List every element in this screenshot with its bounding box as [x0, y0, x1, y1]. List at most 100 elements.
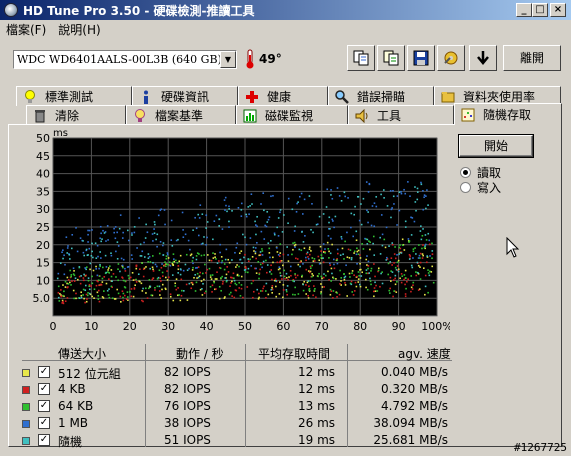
data-point	[265, 259, 267, 262]
series-checkbox[interactable]: ✓	[38, 383, 50, 395]
data-point	[410, 264, 413, 267]
data-point	[370, 267, 373, 270]
exit-button[interactable]: 離開	[503, 45, 561, 71]
data-point	[422, 254, 424, 257]
data-point	[91, 242, 93, 245]
copy-button[interactable]	[347, 45, 375, 71]
data-point	[113, 298, 116, 300]
data-point	[336, 262, 339, 265]
data-point	[290, 274, 292, 277]
data-point	[429, 270, 431, 273]
random-icon	[461, 108, 475, 122]
tab-file-benchmark[interactable]: 檔案基準	[126, 105, 236, 125]
start-button[interactable]: 開始	[459, 135, 533, 157]
data-point	[373, 254, 376, 256]
tab-health[interactable]: 健康	[238, 86, 328, 106]
data-point	[277, 254, 280, 256]
tab-tools[interactable]: 工具	[348, 105, 454, 125]
data-point	[107, 267, 110, 269]
data-point	[427, 204, 429, 206]
menu-help[interactable]: 說明(H)	[52, 21, 106, 38]
x-tick-label: 0	[50, 320, 57, 333]
data-point	[250, 193, 253, 195]
tab-erase[interactable]: 清除	[26, 105, 126, 125]
data-point	[258, 296, 260, 299]
data-point	[279, 274, 282, 277]
read-radio-dot[interactable]	[460, 167, 471, 178]
series-checkbox[interactable]: ✓	[38, 434, 50, 446]
data-point	[303, 198, 306, 201]
data-point	[318, 259, 320, 262]
data-point	[228, 261, 231, 264]
data-point	[421, 257, 424, 259]
minimize-button[interactable]: _	[516, 3, 532, 17]
data-point	[329, 288, 332, 291]
data-point	[275, 295, 278, 298]
options-button[interactable]	[437, 45, 465, 71]
data-point	[308, 285, 310, 288]
data-point	[71, 234, 74, 236]
data-point	[342, 253, 344, 256]
data-point	[275, 285, 277, 288]
tab-random-access[interactable]: 隨機存取	[454, 103, 562, 125]
data-point	[313, 258, 316, 260]
data-point	[256, 241, 258, 244]
write-radio-dot[interactable]	[460, 182, 471, 193]
data-point	[116, 231, 118, 234]
data-point	[370, 283, 372, 286]
data-point	[389, 292, 391, 294]
data-point	[122, 258, 125, 261]
data-point	[109, 265, 111, 268]
data-point	[201, 288, 203, 290]
copy-info-button[interactable]	[377, 45, 405, 71]
data-point	[138, 217, 140, 219]
data-point	[198, 217, 201, 219]
data-point	[73, 297, 75, 300]
menu-file[interactable]: 檔案(F)	[0, 21, 52, 38]
data-point	[259, 263, 262, 266]
data-point	[301, 231, 303, 233]
data-point	[263, 285, 265, 288]
data-point	[257, 298, 260, 300]
data-point	[305, 259, 307, 262]
data-point	[302, 213, 304, 215]
data-point	[167, 276, 170, 279]
data-point	[422, 244, 424, 246]
data-point	[357, 281, 360, 283]
data-point	[300, 192, 303, 195]
data-point	[295, 276, 297, 279]
close-button[interactable]: ×	[550, 3, 566, 17]
data-point	[294, 246, 296, 248]
data-point	[231, 280, 233, 283]
data-point	[343, 191, 346, 194]
data-point	[357, 271, 360, 273]
data-point	[151, 255, 154, 257]
save-button[interactable]	[407, 45, 435, 71]
data-point	[151, 278, 154, 281]
data-point	[154, 223, 156, 226]
download-button[interactable]	[469, 45, 497, 71]
series-checkbox[interactable]: ✓	[38, 366, 50, 378]
data-point	[202, 282, 204, 285]
data-point	[133, 231, 136, 234]
data-point	[91, 295, 94, 298]
tab-info[interactable]: 硬碟資訊	[132, 86, 238, 106]
data-point	[324, 248, 326, 250]
write-radio[interactable]: 寫入	[460, 179, 501, 196]
tab-disk-monitor[interactable]: 磁碟監視	[236, 105, 348, 125]
tab-error-scan[interactable]: 錯誤掃瞄	[328, 86, 434, 106]
data-point	[357, 196, 360, 198]
data-point	[338, 293, 341, 296]
maximize-button[interactable]: □	[532, 3, 548, 17]
series-checkbox[interactable]: ✓	[38, 417, 50, 429]
data-point	[355, 285, 358, 288]
tab-benchmark[interactable]: 標準測試	[16, 86, 132, 106]
series-checkbox[interactable]: ✓	[38, 400, 50, 412]
data-point	[223, 268, 226, 271]
drive-select[interactable]: WDC WD6401AALS-00L3B (640 GB) ▼	[13, 50, 237, 69]
data-point	[203, 254, 206, 256]
data-point	[359, 285, 362, 288]
data-point	[85, 248, 88, 251]
data-point	[291, 253, 293, 256]
chevron-down-icon[interactable]: ▼	[220, 51, 236, 68]
